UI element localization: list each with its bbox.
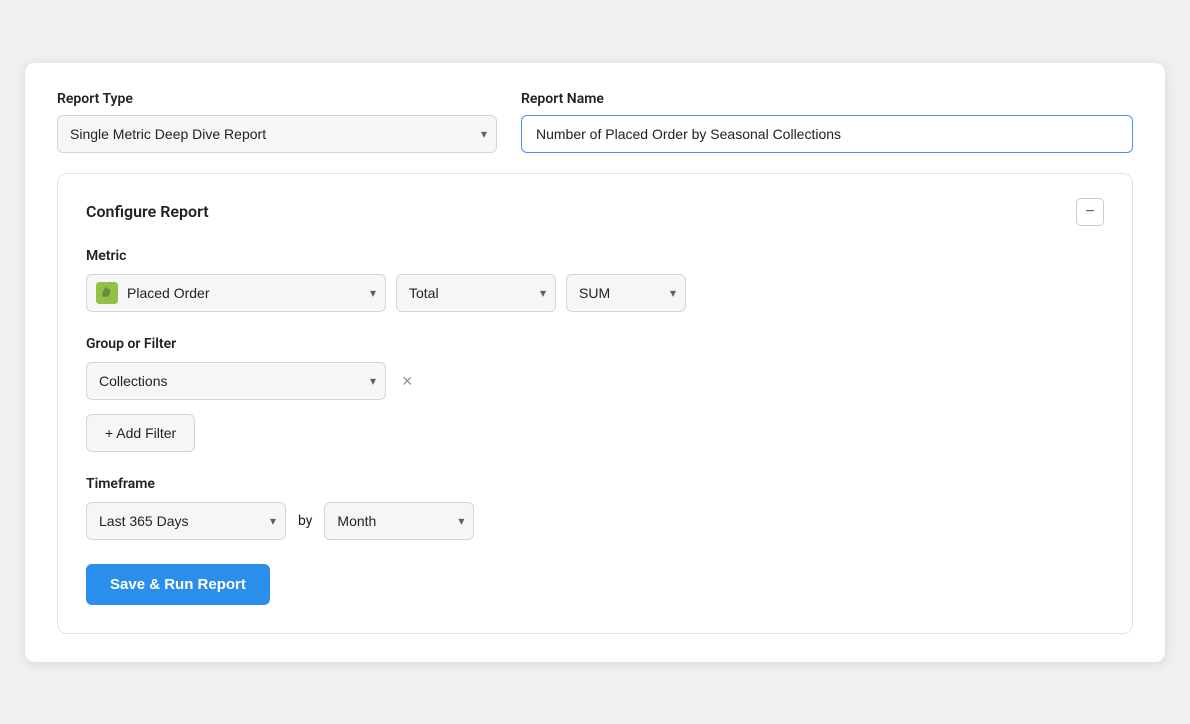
by-label: by [298,513,312,529]
save-run-label: Save & Run Report [110,576,246,593]
add-filter-label: + Add Filter [105,425,176,441]
report-type-select[interactable]: Single Metric Deep Dive Report Multi Met… [57,115,497,153]
report-type-select-wrapper: Single Metric Deep Dive Report Multi Met… [57,115,497,153]
report-type-label: Report Type [57,91,497,107]
collapse-button[interactable]: − [1076,198,1104,226]
metric-main-select[interactable]: Placed Order Revenue Customers [86,274,386,312]
top-row: Report Type Single Metric Deep Dive Repo… [57,91,1133,153]
metric-label: Metric [86,248,1104,264]
group-filter-select[interactable]: Collections Product Customer Tag Channel… [86,362,386,400]
configure-title: Configure Report [86,202,209,221]
close-icon: × [402,372,413,390]
timeframe-row: Last 7 Days Last 30 Days Last 90 Days La… [86,502,1104,540]
report-name-group: Report Name [521,91,1133,153]
group-filter-row: Collections Product Customer Tag Channel… [86,362,1104,400]
configure-header: Configure Report − [86,198,1104,226]
metric-row: Placed Order Revenue Customers ▾ Total A… [86,274,1104,312]
save-run-button[interactable]: Save & Run Report [86,564,270,605]
timeframe-select[interactable]: Last 7 Days Last 30 Days Last 90 Days La… [86,502,286,540]
metric-section: Metric Placed Order Revenue Custome [86,248,1104,312]
remove-filter-button[interactable]: × [396,368,419,394]
by-select-wrapper: Day Week Month Quarter Year ▾ [324,502,474,540]
configure-panel: Configure Report − Metric [57,173,1133,634]
metric-func-select-wrapper: SUM AVG COUNT MIN MAX ▾ [566,274,686,312]
by-select[interactable]: Day Week Month Quarter Year [324,502,474,540]
add-filter-button[interactable]: + Add Filter [86,414,195,452]
metric-main-select-wrapper: Placed Order Revenue Customers ▾ [86,274,386,312]
metric-agg-select-wrapper: Total Average Count ▾ [396,274,556,312]
main-card: Report Type Single Metric Deep Dive Repo… [25,63,1165,662]
report-name-input[interactable] [521,115,1133,153]
metric-func-select[interactable]: SUM AVG COUNT MIN MAX [566,274,686,312]
collapse-icon: − [1085,204,1094,220]
report-name-label: Report Name [521,91,1133,107]
group-filter-section: Group or Filter Collections Product Cust… [86,336,1104,476]
metric-agg-select[interactable]: Total Average Count [396,274,556,312]
report-type-group: Report Type Single Metric Deep Dive Repo… [57,91,497,153]
timeframe-select-wrapper: Last 7 Days Last 30 Days Last 90 Days La… [86,502,286,540]
timeframe-section: Timeframe Last 7 Days Last 30 Days Last … [86,476,1104,540]
group-filter-select-wrapper: Collections Product Customer Tag Channel… [86,362,386,400]
timeframe-label: Timeframe [86,476,1104,492]
group-filter-label: Group or Filter [86,336,1104,352]
